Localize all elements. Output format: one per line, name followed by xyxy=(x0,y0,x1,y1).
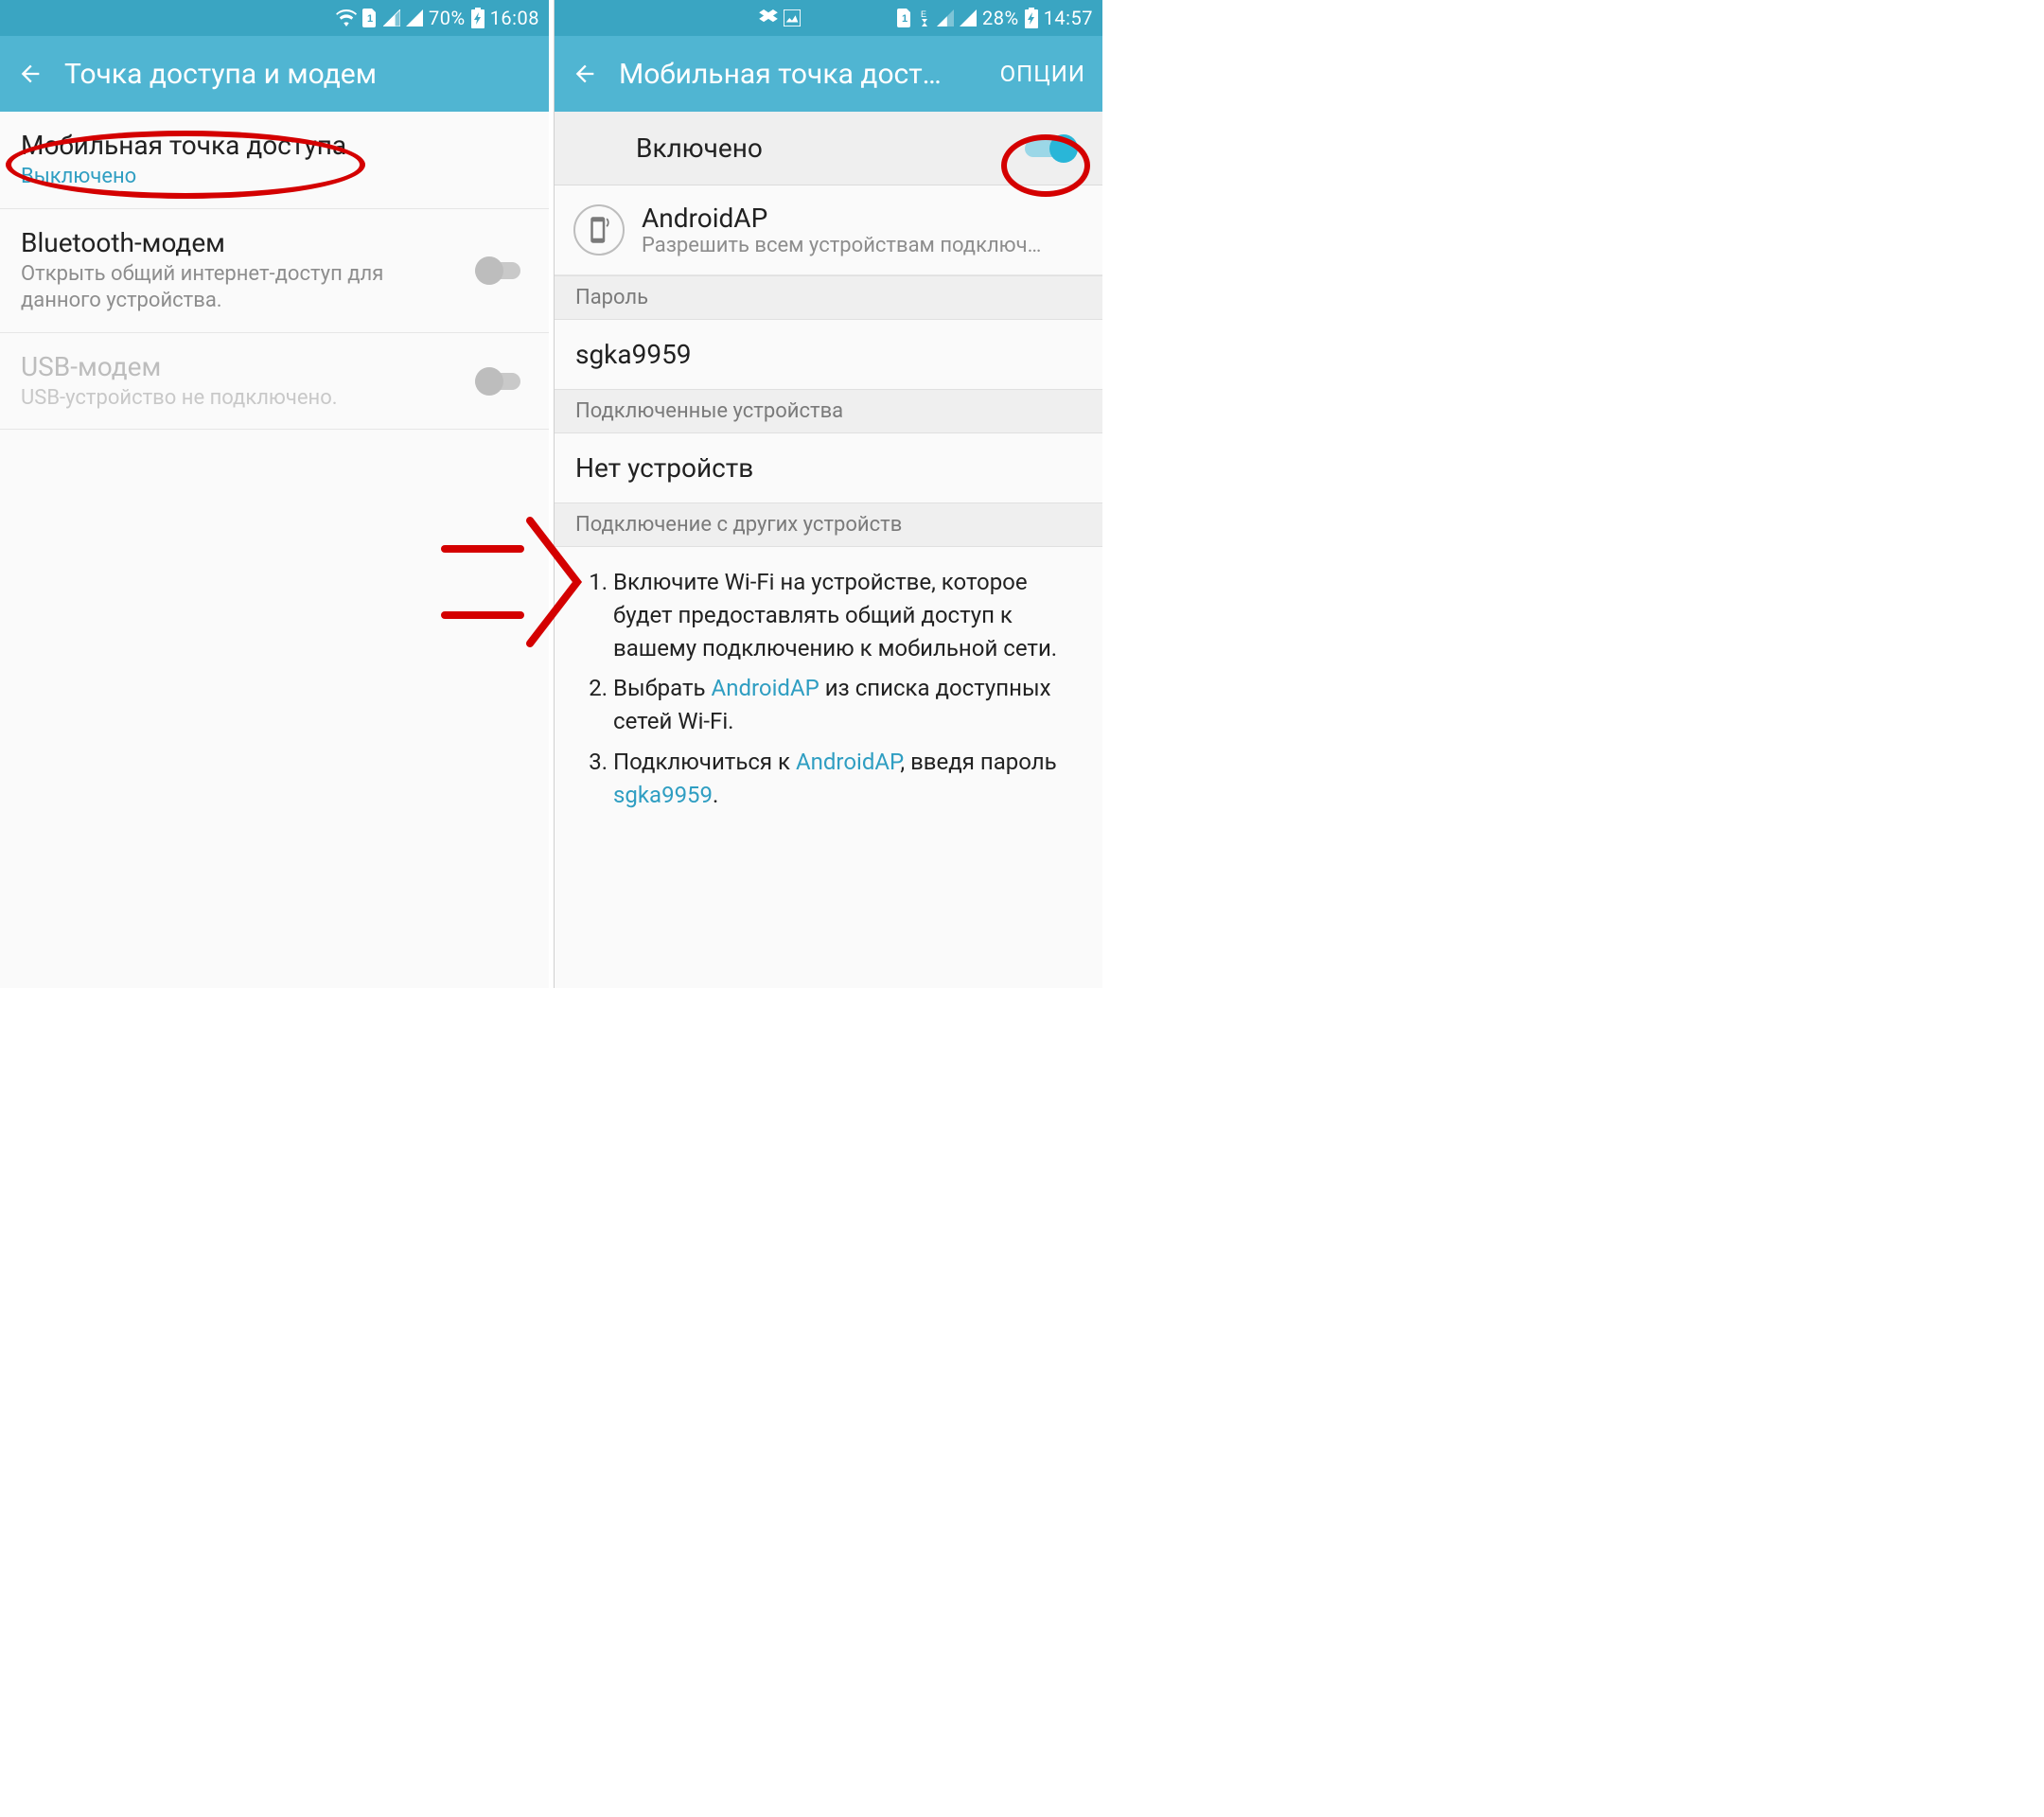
instruction-step: Включите Wi-Fi на устройстве, которое бу… xyxy=(613,566,1078,664)
signal-icon xyxy=(937,9,954,26)
instruction-step: Выбрать AndroidAP из списка доступных се… xyxy=(613,672,1078,738)
svg-text:1: 1 xyxy=(902,13,907,25)
instruction-step: Подключиться к AndroidAP, введя пароль s… xyxy=(613,746,1078,812)
screen-title: Точка доступа и модем xyxy=(64,58,532,91)
row-no-devices: Нет устройств xyxy=(555,433,1102,503)
sim-icon: 1 xyxy=(362,9,378,27)
options-button[interactable]: ОПЦИИ xyxy=(1000,61,1085,87)
row-subtitle: USB-устройство не подключено. xyxy=(21,385,462,413)
back-icon[interactable] xyxy=(17,61,44,87)
settings-list: Мобильная точка доступа Выключено Blueto… xyxy=(0,112,549,988)
image-icon xyxy=(784,9,801,26)
row-title: Bluetooth-модем xyxy=(21,226,462,259)
usb-tethering-toggle xyxy=(475,367,528,396)
sim-icon: 1 xyxy=(897,9,912,27)
row-state: Выключено xyxy=(21,164,528,191)
signal-icon xyxy=(406,9,423,26)
signal-icon xyxy=(960,9,977,26)
battery-percent: 28% xyxy=(982,7,1019,29)
section-connected-devices: Подключенные устройства xyxy=(555,389,1102,433)
wifi-icon xyxy=(336,9,357,26)
hotspot-subtitle: Разрешить всем устройствам подключ… xyxy=(642,234,1041,257)
hotspot-ssid: AndroidAP xyxy=(642,203,1041,234)
screenshot-tethering-settings: 1 70% 16:08 Точка доступа и модем Мобиль… xyxy=(0,0,549,988)
row-title: Мобильная точка доступа xyxy=(21,129,528,162)
screen-title: Мобильная точка дост… xyxy=(619,58,979,91)
battery-charging-icon xyxy=(1025,8,1038,28)
connection-instructions: Включите Wi-Fi на устройстве, которое бу… xyxy=(555,547,1102,838)
screenshot-hotspot-details: 1 E 28% 14:57 Мобильная точка дост… ОПЦИ… xyxy=(554,0,1102,988)
row-title: USB-модем xyxy=(21,350,462,383)
hotspot-list: Включено AndroidAP Разрешить всем устрой… xyxy=(555,112,1102,988)
network-type-icon: E xyxy=(918,9,931,26)
hotspot-master-toggle-row[interactable]: Включено xyxy=(555,112,1102,185)
svg-text:E: E xyxy=(921,9,926,19)
section-how-to-connect: Подключение с других устройств xyxy=(555,503,1102,547)
battery-charging-icon xyxy=(471,8,485,28)
row-usb-tethering: USB-модем USB-устройство не подключено. xyxy=(0,333,549,431)
battery-percent: 70% xyxy=(429,7,466,29)
dropbox-icon xyxy=(759,9,778,26)
section-password: Пароль xyxy=(555,275,1102,320)
app-bar: Мобильная точка дост… ОПЦИИ xyxy=(555,36,1102,112)
app-bar: Точка доступа и модем xyxy=(0,36,549,112)
status-bar: 1 E 28% 14:57 xyxy=(555,0,1102,36)
signal-icon xyxy=(383,9,400,26)
row-mobile-hotspot[interactable]: Мобильная точка доступа Выключено xyxy=(0,112,549,209)
toggle-label: Включено xyxy=(579,132,1025,164)
clock: 14:57 xyxy=(1044,7,1093,29)
bluetooth-tethering-toggle[interactable] xyxy=(475,256,528,285)
hotspot-device-icon xyxy=(573,204,625,256)
hotspot-master-toggle[interactable] xyxy=(1025,134,1078,163)
row-subtitle: Открыть общий интернет-доступ для данног… xyxy=(21,261,462,315)
status-bar: 1 70% 16:08 xyxy=(0,0,549,36)
row-password[interactable]: sgka9959 xyxy=(555,320,1102,389)
row-bluetooth-tethering[interactable]: Bluetooth-модем Открыть общий интернет-д… xyxy=(0,209,549,333)
clock: 16:08 xyxy=(490,7,539,29)
svg-text:1: 1 xyxy=(367,13,373,25)
back-icon[interactable] xyxy=(572,61,598,87)
row-hotspot-network[interactable]: AndroidAP Разрешить всем устройствам под… xyxy=(555,185,1102,275)
